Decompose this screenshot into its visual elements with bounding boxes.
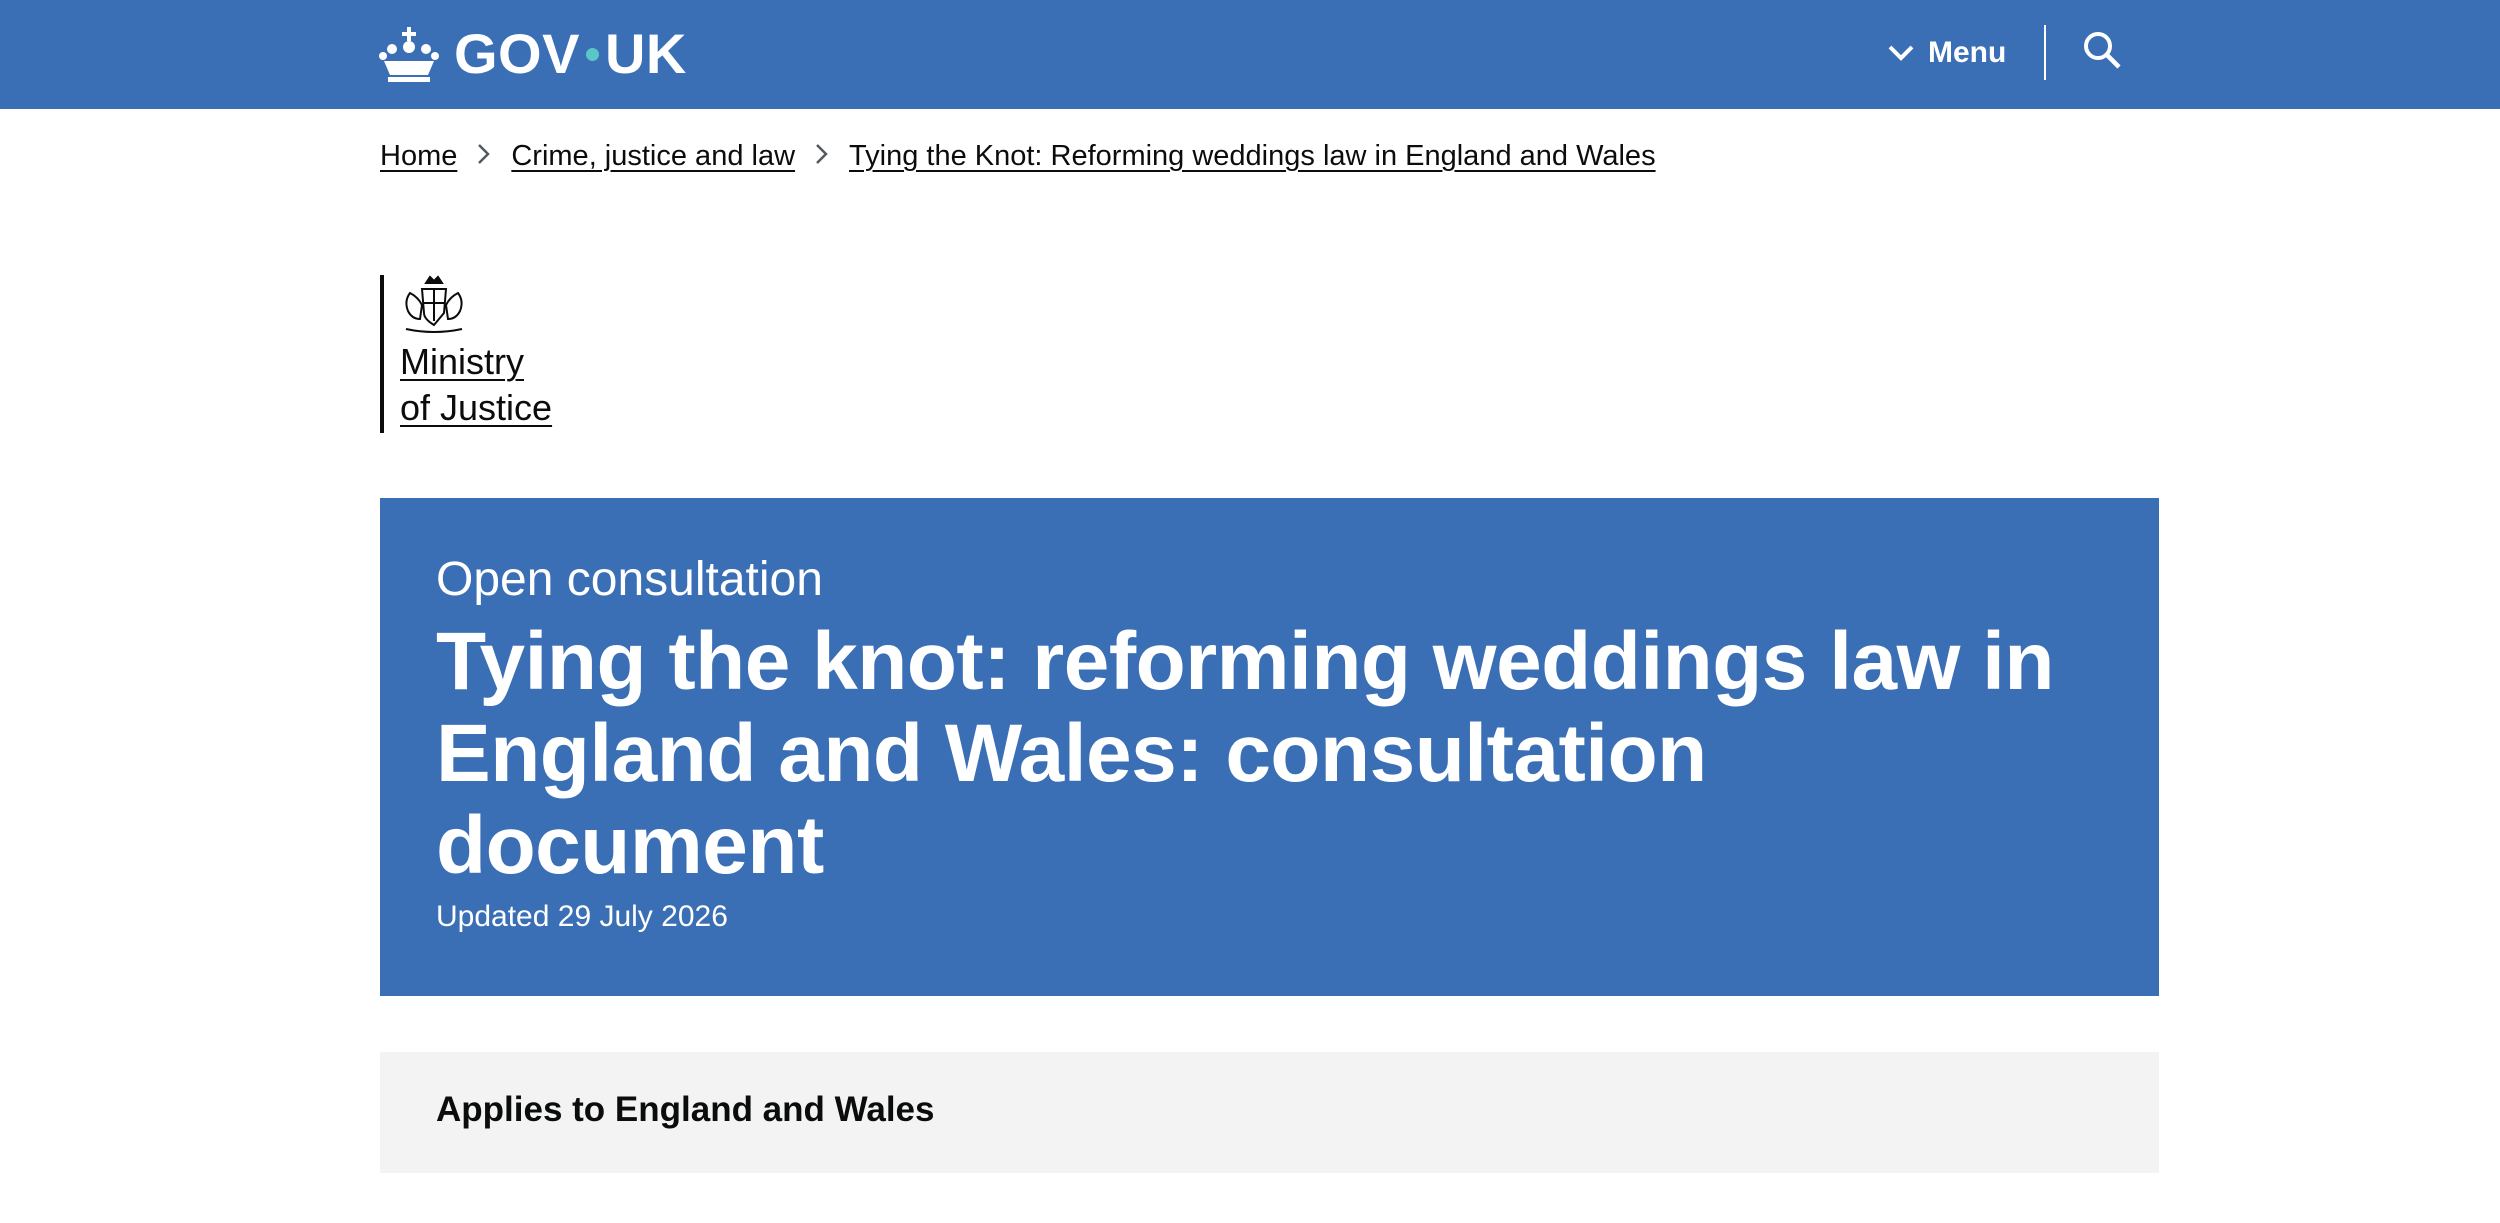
breadcrumb-home[interactable]: Home (380, 140, 457, 173)
search-icon (2084, 32, 2121, 69)
page-title: Tying the knot: reforming weddings law i… (436, 616, 2055, 891)
organisation-logo[interactable]: Ministry of Justice (380, 275, 552, 433)
breadcrumb: Home Crime, justice and law Tying the Kn… (380, 136, 1656, 176)
org-name-line1: Ministry (400, 341, 524, 382)
menu-label: Menu (1928, 36, 2007, 69)
govuk-wordmark: GOV UK (454, 26, 687, 82)
chevron-down-icon (1888, 45, 1914, 61)
royal-coat-of-arms-icon (405, 275, 463, 333)
govuk-logo-link[interactable]: GOV UK (378, 18, 687, 90)
document-type: Open consultation (436, 553, 823, 606)
breadcrumb-crime-justice-law[interactable]: Crime, justice and law (511, 140, 795, 173)
org-name-link[interactable]: Ministry of Justice (400, 339, 552, 431)
logo-text-uk: UK (604, 22, 687, 85)
header-divider (2044, 25, 2046, 80)
crown-icon (379, 27, 439, 82)
breadcrumb-tying-the-knot[interactable]: Tying the Knot: Reforming weddings law i… (849, 140, 1656, 173)
chevron-right-icon (815, 140, 829, 173)
logo-text-gov: GOV (454, 22, 580, 85)
site-header: GOV UK Menu (0, 0, 2500, 109)
chevron-right-icon (477, 140, 491, 173)
applies-to-banner: Applies to England and Wales (380, 1052, 2159, 1173)
search-button[interactable] (2082, 30, 2126, 74)
applies-to-text: Applies to England and Wales (436, 1090, 935, 1129)
hero-banner: Open consultation Tying the knot: reform… (380, 498, 2159, 996)
logo-dot (585, 47, 599, 61)
org-name-line2: of Justice (400, 387, 553, 428)
menu-button[interactable]: Menu (1888, 28, 2006, 78)
updated-date: Updated 29 July 2026 (436, 900, 728, 933)
